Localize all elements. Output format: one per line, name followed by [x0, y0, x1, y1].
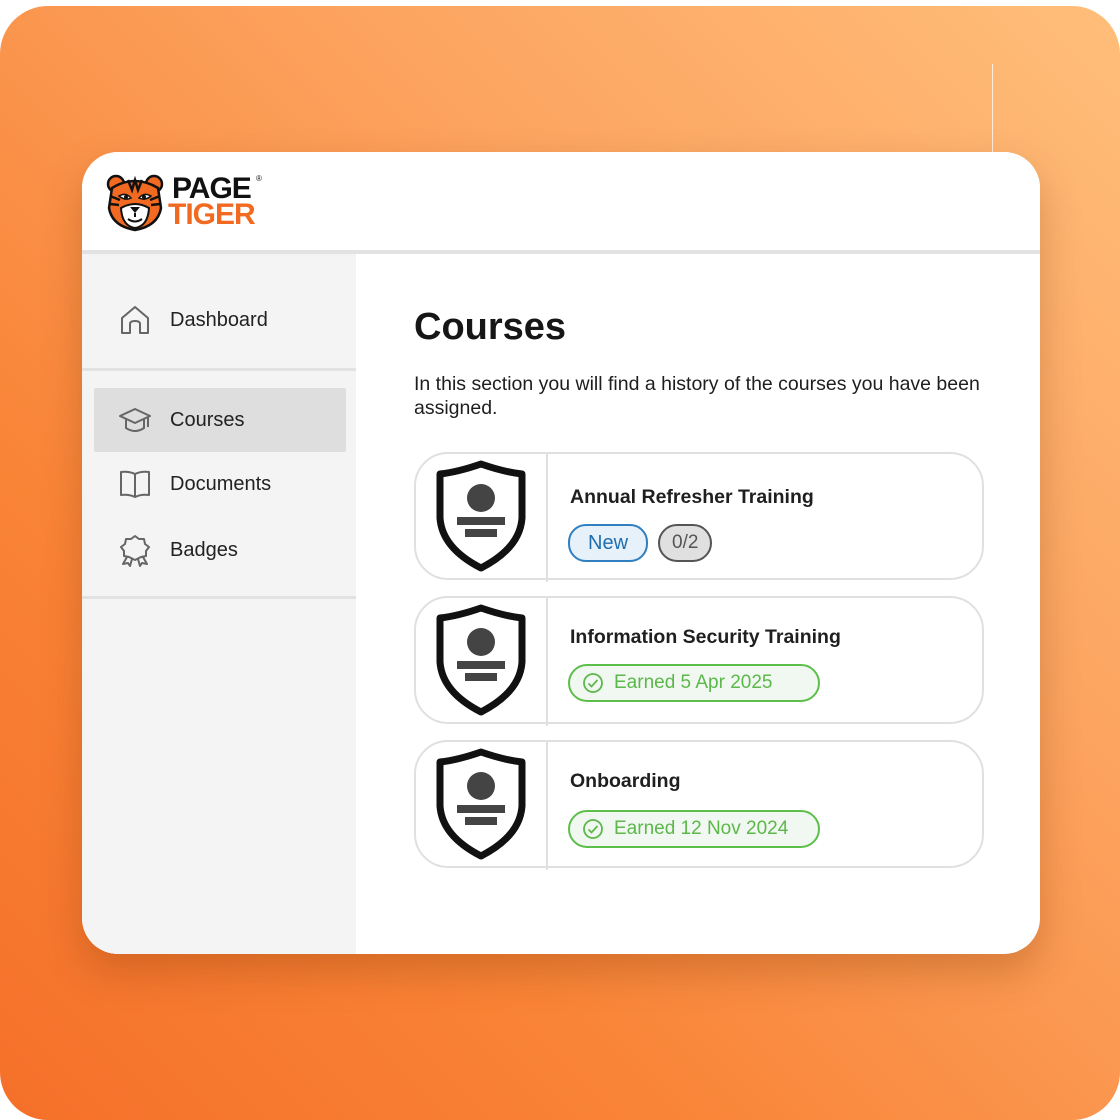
card-separator: [546, 742, 548, 870]
app-window: PAGE ® TIGER Dashboard Courses Documents…: [82, 152, 1040, 954]
shield-badge-icon: [436, 460, 526, 572]
check-circle-icon: [583, 673, 603, 693]
card-separator: [546, 598, 548, 726]
course-title: Onboarding: [570, 770, 681, 792]
sidebar-item-dashboard[interactable]: Dashboard: [94, 288, 346, 352]
course-card-information-security[interactable]: Information Security Training Earned 5 A…: [414, 596, 984, 726]
course-card-annual-refresher[interactable]: Annual Refresher Training New 0/2: [414, 452, 984, 582]
sidebar-item-label: Dashboard: [170, 308, 268, 331]
app-header: PAGE ® TIGER: [82, 152, 1040, 254]
tiger-head-icon: [106, 174, 164, 232]
sidebar-item-courses[interactable]: Courses: [94, 388, 346, 452]
earned-date-label: Earned 12 Nov 2024: [614, 818, 789, 839]
sidebar-item-label: Badges: [170, 538, 238, 561]
graduation-cap-icon: [119, 408, 151, 432]
logo-registered-mark: ®: [256, 174, 262, 183]
course-title: Annual Refresher Training: [570, 486, 814, 508]
sidebar-item-label: Documents: [170, 472, 272, 495]
progress-badge: 0/2: [658, 524, 713, 562]
sidebar-divider: [82, 596, 356, 599]
page-title: Courses: [414, 306, 567, 348]
home-icon: [121, 306, 149, 334]
page-description: In this section you will find a history …: [414, 373, 980, 419]
logo-wordmark-tiger: TIGER: [168, 198, 256, 231]
course-title: Information Security Training: [570, 626, 841, 648]
sidebar-item-badges[interactable]: Badges: [94, 518, 346, 582]
sidebar-divider: [82, 368, 356, 371]
status-badge-earned: Earned 5 Apr 2025: [568, 664, 820, 702]
status-badge-earned: Earned 12 Nov 2024: [568, 810, 820, 848]
book-icon: [120, 470, 150, 498]
card-separator: [546, 454, 548, 582]
shield-badge-icon: [436, 748, 526, 860]
status-badge-new: New: [568, 524, 649, 562]
earned-date-label: Earned 5 Apr 2025: [614, 672, 773, 693]
main-content: Courses In this section you will find a …: [356, 254, 1040, 954]
sidebar-item-label: Courses: [170, 408, 245, 431]
award-icon: [120, 535, 150, 567]
course-card-onboarding[interactable]: Onboarding Earned 12 Nov 2024: [414, 740, 984, 870]
shield-badge-icon: [436, 604, 526, 716]
page-tiger-logo[interactable]: PAGE ® TIGER: [106, 172, 266, 234]
sidebar: Dashboard Courses Documents Badges: [82, 254, 356, 954]
check-circle-icon: [583, 819, 603, 839]
decorative-line: [992, 64, 993, 159]
sidebar-item-documents[interactable]: Documents: [94, 452, 346, 516]
